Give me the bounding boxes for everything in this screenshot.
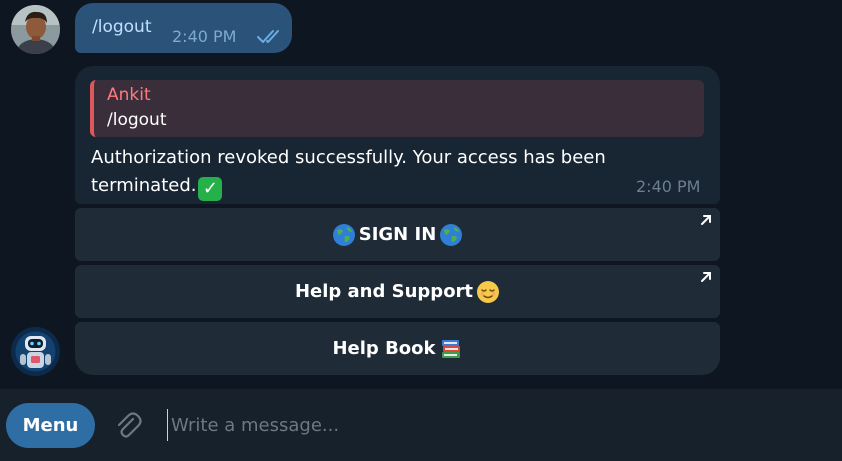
external-link-icon [701,215,711,225]
help-and-support-button[interactable]: Help and Support [75,265,720,318]
double-check-icon [256,28,284,48]
incoming-message[interactable]: Ankit /logout Authorization revoked succ… [75,66,720,204]
sign-in-button-label: SIGN IN [358,224,437,245]
message-input[interactable] [167,409,813,441]
sign-in-button[interactable]: SIGN IN [75,208,720,261]
help-and-support-button-label: Help and Support [294,281,474,302]
bot-avatar[interactable] [11,327,60,376]
globe-icon [440,223,463,246]
incoming-message-time: 2:40 PM [636,177,701,196]
outgoing-message-time: 2:40 PM [172,27,237,46]
paperclip-icon[interactable] [112,410,144,442]
incoming-message-body: Authorization revoked successfully. Your… [91,144,651,201]
reply-preview[interactable]: Ankit /logout [90,80,704,137]
reply-author: Ankit [107,85,151,105]
sign-in-button-content: SIGN IN [75,208,720,261]
globe-icon [332,223,355,246]
books-icon [441,339,460,358]
help-book-button-label: Help Book [332,338,436,359]
message-composer: Menu [0,389,842,461]
menu-button[interactable]: Menu [6,403,95,448]
check-mark-icon: ✓ [198,177,223,201]
incoming-message-text: Authorization revoked successfully. Your… [91,147,606,196]
outgoing-message[interactable]: /logout 2:40 PM [75,3,292,53]
reply-text: /logout [107,110,167,130]
chat-area: /logout 2:40 PM Ankit /logout Authorizat… [0,0,842,389]
help-book-button[interactable]: Help Book [75,322,720,375]
external-link-icon [701,272,711,282]
user-avatar[interactable] [11,5,60,54]
help-book-button-content: Help Book [75,322,720,375]
relieved-face-icon [477,280,500,303]
help-and-support-button-content: Help and Support [75,265,720,318]
outgoing-message-text: /logout [92,17,152,37]
